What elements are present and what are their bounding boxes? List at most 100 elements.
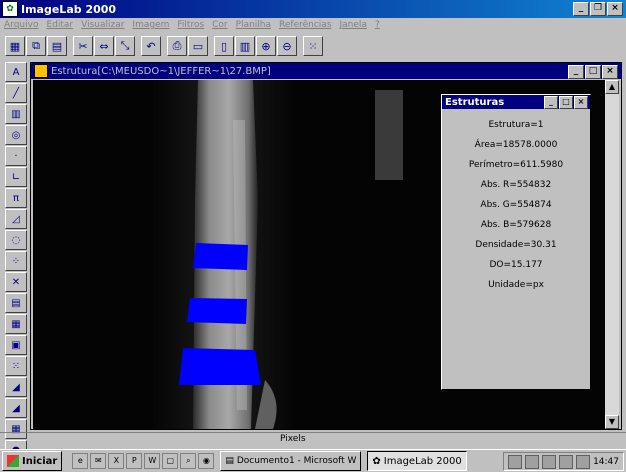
powerpoint-icon[interactable]: P	[126, 453, 143, 469]
task-imagelab-label: ImageLab 2000	[383, 455, 462, 467]
selection-region[interactable]	[193, 243, 248, 270]
menu-help[interactable]: ?	[375, 20, 380, 30]
polygon-tool-icon[interactable]: ◿	[5, 209, 27, 229]
scatter-tool-icon[interactable]: ⁙	[5, 356, 27, 376]
zoom-in-icon[interactable]: ⊕	[256, 36, 276, 56]
menu-visualizar[interactable]: Visualizar	[81, 20, 124, 30]
menu-referencias[interactable]: Referências	[279, 20, 332, 30]
start-label: Iniciar	[22, 455, 58, 467]
copy-icon[interactable]: ⧉	[26, 36, 46, 56]
tray-messenger-icon[interactable]	[576, 454, 591, 469]
media-icon[interactable]: ◉	[198, 453, 215, 469]
density-value: Densidade=30.31	[475, 240, 557, 250]
scroll-up-button[interactable]: ▲	[605, 80, 619, 94]
image-maximize-button[interactable]: □	[585, 65, 601, 79]
scroll-down-button[interactable]: ▼	[605, 415, 619, 429]
window-controls: _ ❐ ×	[573, 2, 623, 16]
cross-tool-icon[interactable]: ✕	[5, 272, 27, 292]
line-tool-icon[interactable]: ╱	[5, 83, 27, 103]
dialog-close-button[interactable]: ×	[574, 96, 588, 109]
image-minimize-button[interactable]: _	[568, 65, 584, 79]
tray-antivirus-icon[interactable]	[559, 454, 574, 469]
area-value: Área=18578.0000	[474, 140, 558, 150]
minimize-button[interactable]: _	[573, 2, 589, 16]
menu-imagem[interactable]: Imagem	[132, 20, 169, 30]
start-button[interactable]: Iniciar	[2, 451, 63, 471]
app-icon: ✿	[2, 1, 18, 17]
imagelab-task-icon: ✿	[372, 455, 381, 467]
zoom-out-icon[interactable]: ⊖	[277, 36, 297, 56]
menu-editar[interactable]: Editar	[46, 20, 73, 30]
grid-icon[interactable]: ▦	[5, 36, 25, 56]
od-value: DO=15.177	[489, 260, 543, 270]
stamp-tool-icon[interactable]: ▣	[5, 335, 27, 355]
tool-palette: A╱▥◎·∟π◿◌⁘✕▤▦▣⁙◢◢▦●	[5, 62, 27, 461]
structures-dialog: Estruturas _ □ × Estrutura=1 Área=18578.…	[441, 94, 591, 390]
menu-bar: Arquivo Editar Visualizar Imagem Filtros…	[0, 18, 626, 32]
tray-volume-icon[interactable]	[525, 454, 540, 469]
restore-button[interactable]: ❐	[590, 2, 606, 16]
menu-janela[interactable]: Janela	[340, 20, 367, 30]
dialog-minimize-button[interactable]: _	[544, 96, 558, 109]
image-close-button[interactable]: ×	[602, 65, 618, 79]
ramp2-tool-icon[interactable]: ◢	[5, 398, 27, 418]
tray-network-icon[interactable]	[508, 454, 523, 469]
undo-icon[interactable]: ↶	[141, 36, 161, 56]
document-icon[interactable]: ▯	[214, 36, 234, 56]
ie-icon[interactable]: e	[72, 453, 89, 469]
task-imagelab[interactable]: ✿ ImageLab 2000	[367, 451, 467, 471]
structure-id: Estrutura=1	[488, 120, 544, 130]
paste-icon[interactable]: ▤	[47, 36, 67, 56]
selection-region[interactable]	[187, 298, 247, 324]
main-toolbar: ▦ ⧉ ▤ ✂ ⇔ ⤡ ↶ ⎙ ▭ ▯ ▥ ⊕ ⊖ ⁙	[0, 33, 626, 59]
ramp-tool-icon[interactable]: ◢	[5, 377, 27, 397]
image-window-title: Estrutura[C:\MEUSDO~1\JEFFER~1\27.BMP]	[51, 65, 271, 77]
system-tray: 14:47	[503, 452, 624, 471]
image-window-controls: _ □ ×	[568, 65, 618, 79]
ellipse-tool-icon[interactable]: ◌	[5, 230, 27, 250]
task-word[interactable]: ▤ Documento1 - Microsoft W	[220, 451, 362, 471]
word-icon[interactable]: W	[144, 453, 161, 469]
task-word-label: Documento1 - Microsoft W	[236, 456, 357, 466]
grid-tool-icon[interactable]: ▦	[5, 314, 27, 334]
menu-cor[interactable]: Cor	[212, 20, 228, 30]
screen-icon[interactable]: ▭	[188, 36, 208, 56]
tray-app-icon[interactable]	[542, 454, 557, 469]
abs-g-value: Abs. G=554874	[480, 200, 552, 210]
target-tool-icon[interactable]: ◎	[5, 125, 27, 145]
menu-planilha[interactable]: Planilha	[236, 20, 271, 30]
scissors-icon[interactable]: ✂	[73, 36, 93, 56]
structures-dialog-controls: _ □ ×	[544, 96, 588, 109]
menu-filtros[interactable]: Filtros	[177, 20, 204, 30]
taskbar: Iniciar e ✉ X P W ▢ ⌕ ◉ ▤ Documento1 - M…	[0, 449, 626, 472]
chart-icon[interactable]: ▥	[235, 36, 255, 56]
text-tool-icon[interactable]: A	[5, 62, 27, 82]
explorer-icon[interactable]: ▢	[162, 453, 179, 469]
units-status: Pixels	[280, 434, 306, 444]
dots-icon[interactable]: ⁙	[303, 36, 323, 56]
menu-arquivo[interactable]: Arquivo	[4, 20, 38, 30]
word-doc-icon: ▤	[225, 456, 234, 466]
outlook-icon[interactable]: ✉	[90, 453, 107, 469]
unit-value: Unidade=px	[488, 280, 544, 290]
spray-tool-icon[interactable]: ⁘	[5, 251, 27, 271]
excel-icon[interactable]: X	[108, 453, 125, 469]
point-tool-icon[interactable]: ·	[5, 146, 27, 166]
vertical-scrollbar[interactable]: ▲ ▼	[605, 80, 619, 429]
close-button[interactable]: ×	[607, 2, 623, 16]
resize-icon[interactable]: ⤡	[115, 36, 135, 56]
bars-tool-icon[interactable]: ▥	[5, 104, 27, 124]
image-window-title-bar: Estrutura[C:\MEUSDO~1\JEFFER~1\27.BMP] _…	[31, 63, 621, 79]
print-icon[interactable]: ⎙	[167, 36, 187, 56]
histogram-tool-icon[interactable]: ▤	[5, 293, 27, 313]
pi-tool-icon[interactable]: π	[5, 188, 27, 208]
perimeter-value: Perímetro=611.5980	[468, 160, 564, 170]
search-icon[interactable]: ⌕	[180, 453, 197, 469]
selection-region[interactable]	[179, 348, 261, 385]
dialog-maximize-button[interactable]: □	[559, 96, 573, 109]
image-file-icon	[34, 64, 48, 78]
quick-launch: e ✉ X P W ▢ ⌕ ◉	[72, 453, 215, 469]
app-title-bar: ✿ ImageLab 2000 _ ❐ ×	[0, 0, 626, 18]
flip-icon[interactable]: ⇔	[94, 36, 114, 56]
angle-tool-icon[interactable]: ∟	[5, 167, 27, 187]
